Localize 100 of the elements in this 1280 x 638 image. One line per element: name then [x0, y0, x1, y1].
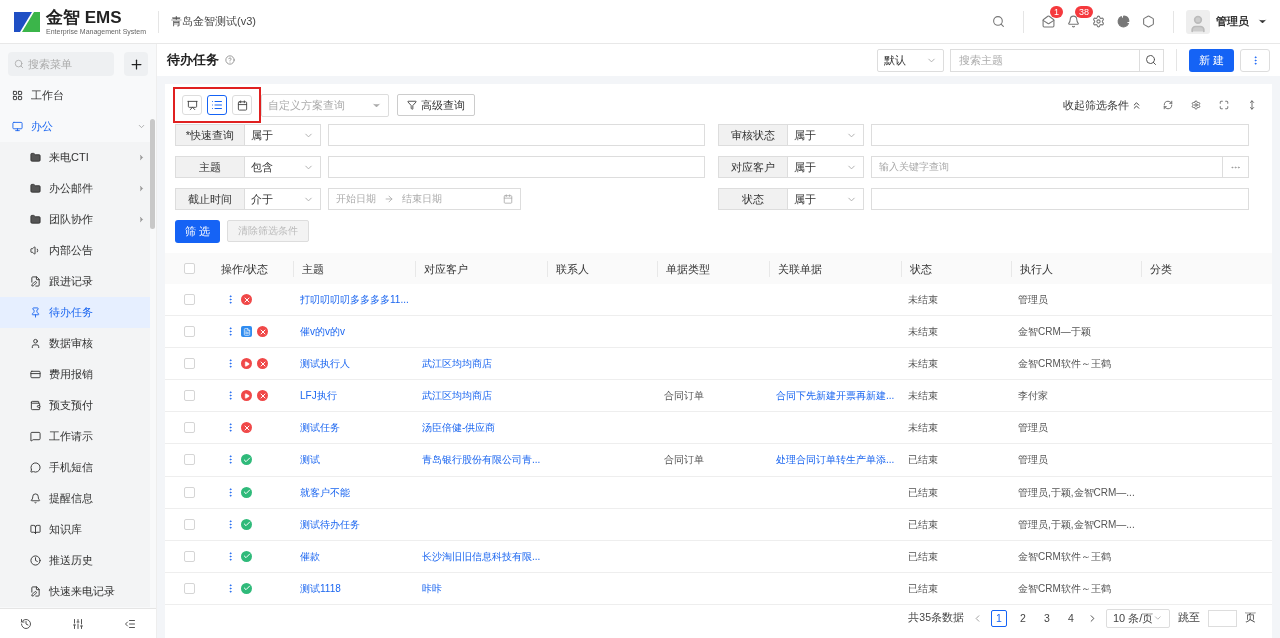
check-icon[interactable]	[241, 454, 252, 466]
table-link[interactable]: 测试执行人	[300, 358, 350, 370]
search-icon[interactable]	[992, 15, 1005, 28]
menu-item[interactable]: 手机短信	[0, 452, 150, 483]
operator-select[interactable]: 介于	[245, 188, 321, 210]
row-checkbox[interactable]	[183, 390, 195, 402]
table-link[interactable]: 武江区均均商店	[422, 390, 492, 402]
operator-select[interactable]: 属于	[245, 124, 321, 146]
check-icon[interactable]	[241, 550, 252, 562]
row-checkbox[interactable]	[183, 518, 195, 530]
new-button[interactable]: 新 建	[1188, 48, 1234, 72]
table-link[interactable]: 打叨叨叨叨多多多多11...	[300, 294, 409, 306]
list-view-button[interactable]	[207, 95, 227, 115]
table-link[interactable]: 武江区均均商店	[422, 358, 492, 370]
menu-item[interactable]: 工作台	[0, 80, 150, 111]
sliders-icon[interactable]	[72, 617, 84, 630]
table-link[interactable]: 催v的v的v	[300, 326, 345, 338]
menu-item[interactable]: 知识库	[0, 514, 150, 545]
cancel-icon[interactable]	[241, 294, 252, 306]
menu-item[interactable]: 来电CTI	[0, 142, 150, 173]
table-link[interactable]: 合同下先新建开票再新建...	[776, 390, 895, 402]
menu-item[interactable]: 团队协作	[0, 204, 150, 235]
menu-item[interactable]: 办公邮件	[0, 173, 150, 204]
page-button[interactable]: 1	[991, 609, 1007, 627]
operator-select[interactable]: 属于	[788, 124, 864, 146]
pie-chart-icon[interactable]	[1117, 15, 1130, 28]
calendar-view-button[interactable]	[232, 95, 252, 115]
history-icon[interactable]	[20, 617, 32, 630]
menu-item[interactable]: 快速来电记录	[0, 576, 150, 607]
board-view-button[interactable]	[182, 95, 202, 115]
table-link[interactable]: 处理合同订单转生产单添...	[776, 454, 895, 466]
collapse-filters-link[interactable]: 收起筛选条件	[1063, 97, 1142, 113]
row-checkbox[interactable]	[183, 486, 195, 498]
operator-select[interactable]: 属于	[788, 156, 864, 178]
bell-icon[interactable]	[1067, 15, 1080, 28]
menu-item[interactable]: 预支预付	[0, 390, 150, 421]
row-checkbox[interactable]	[183, 550, 195, 562]
sort-select[interactable]: 默认	[876, 48, 944, 72]
filter-input[interactable]	[328, 124, 705, 146]
table-link[interactable]: 测试待办任务	[300, 518, 360, 530]
cancel-icon[interactable]	[257, 326, 268, 338]
page-input[interactable]	[1208, 609, 1237, 627]
table-link[interactable]: LFJ执行	[300, 390, 337, 402]
table-link[interactable]: 测试1118	[300, 582, 341, 594]
settings-icon[interactable]	[1191, 100, 1201, 110]
operator-select[interactable]: 属于	[788, 188, 864, 210]
collapse-menu-icon[interactable]	[124, 617, 136, 630]
menu-item[interactable]: 费用报销	[0, 359, 150, 390]
row-checkbox[interactable]	[183, 454, 195, 466]
fullscreen-icon[interactable]	[1219, 100, 1229, 110]
row-height-icon[interactable]	[1247, 100, 1257, 110]
play-icon[interactable]	[241, 358, 252, 370]
menu-item[interactable]: 跟进记录	[0, 266, 150, 297]
table-link[interactable]: 长沙淘旧旧信息科技有限...	[422, 550, 541, 562]
select-all-checkbox[interactable]	[183, 263, 195, 275]
inbox-icon[interactable]	[1042, 15, 1055, 28]
table-link[interactable]: 青岛银行股份有限公司青...	[422, 454, 541, 466]
menu-item[interactable]: 提醒信息	[0, 483, 150, 514]
filter-input[interactable]	[871, 124, 1249, 146]
menu-item[interactable]: 办公	[0, 111, 150, 142]
search-icon[interactable]	[1145, 54, 1158, 66]
table-link[interactable]: 咔咔	[422, 582, 442, 594]
menu-item[interactable]: 数据审核	[0, 328, 150, 359]
filter-input[interactable]	[328, 156, 705, 178]
table-link[interactable]: 测试	[300, 454, 320, 466]
row-checkbox[interactable]	[183, 294, 195, 306]
menu-item[interactable]: 待办任务	[0, 297, 150, 328]
table-link[interactable]: 就客户不能	[300, 486, 350, 498]
refresh-icon[interactable]	[1163, 100, 1173, 110]
row-checkbox[interactable]	[183, 422, 195, 434]
help-icon[interactable]	[225, 55, 235, 65]
check-icon[interactable]	[241, 486, 252, 498]
check-icon[interactable]	[241, 518, 252, 530]
hexagon-icon[interactable]	[1142, 15, 1155, 28]
settings-icon[interactable]	[1092, 15, 1105, 28]
cancel-icon[interactable]	[257, 390, 268, 402]
avatar[interactable]	[1186, 9, 1210, 34]
row-checkbox[interactable]	[183, 582, 195, 594]
advanced-search-button[interactable]: 高级查询	[397, 94, 475, 116]
row-checkbox[interactable]	[183, 358, 195, 370]
chevron-down-icon	[137, 122, 146, 131]
operator-select[interactable]: 包含	[245, 156, 321, 178]
page-size-select[interactable]: 10 条/页	[1106, 608, 1170, 628]
document-icon[interactable]	[241, 326, 252, 338]
table-link[interactable]: 催款	[300, 550, 320, 562]
check-icon[interactable]	[241, 582, 252, 594]
filter-input[interactable]	[871, 188, 1249, 210]
user-name[interactable]: 管理员	[1216, 14, 1249, 29]
cancel-icon[interactable]	[257, 358, 268, 370]
menu-item[interactable]: 推送历史	[0, 545, 150, 576]
add-button[interactable]	[124, 52, 148, 76]
table-link[interactable]: 测试任务	[300, 422, 340, 434]
filter-button[interactable]: 筛 选	[175, 220, 221, 243]
menu-item[interactable]: 内部公告	[0, 235, 150, 266]
column-header: 分类	[1141, 260, 1272, 277]
cancel-icon[interactable]	[241, 422, 252, 434]
table-link[interactable]: 汤臣倍健-供应商	[422, 422, 496, 434]
row-checkbox[interactable]	[183, 326, 195, 338]
menu-item[interactable]: 工作请示	[0, 421, 150, 452]
play-icon[interactable]	[241, 390, 252, 402]
